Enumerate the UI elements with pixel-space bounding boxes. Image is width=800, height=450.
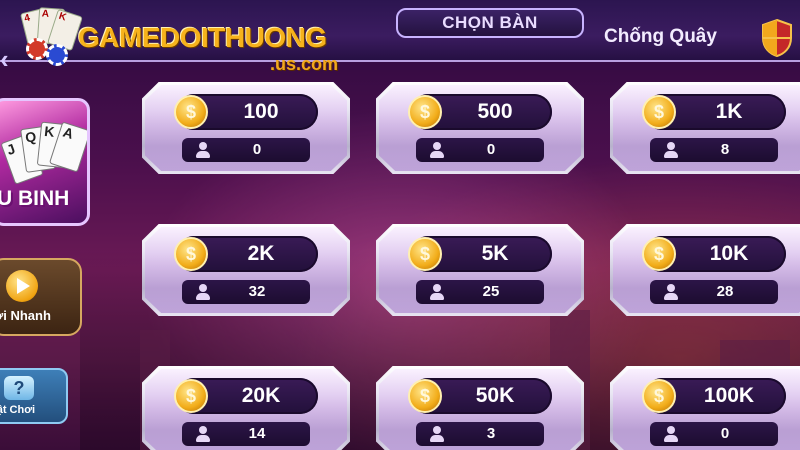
bet-value: 50K bbox=[475, 384, 515, 407]
player-count: 28 bbox=[716, 283, 734, 300]
player-count-badge: 25 bbox=[416, 280, 544, 304]
game-card-label: U BINH bbox=[0, 187, 70, 210]
bet-value: 5K bbox=[481, 242, 509, 265]
bet-amount: $ 500 bbox=[408, 94, 552, 130]
bet-amount: $ 2K bbox=[174, 236, 318, 272]
person-icon bbox=[196, 142, 210, 158]
table-card[interactable]: $ 100K 0 bbox=[610, 366, 800, 450]
person-icon bbox=[664, 142, 678, 158]
table-card[interactable]: $ 10K 28 bbox=[610, 224, 800, 316]
page-title: CHỌN BÀN bbox=[396, 8, 584, 38]
shield-icon[interactable] bbox=[760, 18, 794, 58]
table-card[interactable]: $ 1K 8 bbox=[610, 82, 800, 174]
logo-title: GAMEDOITHUONG bbox=[78, 22, 327, 53]
rules-label: uật Chơi bbox=[0, 404, 36, 416]
table-card[interactable]: $ 50K 3 bbox=[376, 366, 584, 450]
bet-value: 2K bbox=[247, 242, 275, 265]
person-icon bbox=[196, 426, 210, 442]
coin-icon: $ bbox=[408, 379, 442, 413]
bet-value: 1K bbox=[715, 100, 743, 123]
game-card-mau-binh[interactable]: J Q K A U BINH bbox=[0, 98, 90, 226]
coin-icon: $ bbox=[174, 95, 208, 129]
coin-icon: $ bbox=[408, 95, 442, 129]
player-count-badge: 28 bbox=[650, 280, 778, 304]
bet-value: 100K bbox=[703, 384, 755, 407]
coin-icon: $ bbox=[642, 379, 676, 413]
table-card[interactable]: $ 5K 25 bbox=[376, 224, 584, 316]
playing-cards-icon: J Q K A bbox=[0, 115, 87, 185]
person-icon bbox=[664, 284, 678, 300]
bet-amount: $ 20K bbox=[174, 378, 318, 414]
player-count: 0 bbox=[252, 141, 262, 158]
coin-icon: $ bbox=[174, 237, 208, 271]
cards-chips-icon: 4 A K bbox=[20, 7, 83, 70]
player-count-badge: 3 bbox=[416, 422, 544, 446]
rules-button[interactable]: ? uật Chơi bbox=[0, 368, 68, 424]
quick-play-button[interactable]: ơi Nhanh bbox=[0, 258, 82, 336]
player-count: 32 bbox=[248, 283, 266, 300]
coin-icon: $ bbox=[642, 237, 676, 271]
help-icon: ? bbox=[4, 376, 34, 400]
player-count-badge: 32 bbox=[182, 280, 310, 304]
player-count: 0 bbox=[720, 425, 730, 442]
chip-icon bbox=[46, 44, 68, 66]
bet-amount: $ 10K bbox=[642, 236, 786, 272]
player-count: 0 bbox=[486, 141, 496, 158]
table-card[interactable]: $ 2K 32 bbox=[142, 224, 350, 316]
bet-amount: $ 5K bbox=[408, 236, 552, 272]
quick-play-label: ơi Nhanh bbox=[0, 308, 51, 323]
player-count-badge: 14 bbox=[182, 422, 310, 446]
person-icon bbox=[430, 142, 444, 158]
player-count: 14 bbox=[248, 425, 266, 442]
bet-amount: $ 100K bbox=[642, 378, 786, 414]
person-icon bbox=[196, 284, 210, 300]
coin-icon: $ bbox=[408, 237, 442, 271]
player-count-badge: 0 bbox=[416, 138, 544, 162]
chevron-left-icon: ‹ bbox=[0, 44, 9, 74]
player-count: 25 bbox=[482, 283, 500, 300]
bet-amount: $ 50K bbox=[408, 378, 552, 414]
player-count-badge: 0 bbox=[650, 422, 778, 446]
bet-amount: $ 1K bbox=[642, 94, 786, 130]
coin-icon: $ bbox=[174, 379, 208, 413]
table-card[interactable]: $ 500 0 bbox=[376, 82, 584, 174]
player-count: 8 bbox=[720, 141, 730, 158]
bet-amount: $ 100 bbox=[174, 94, 318, 130]
coin-icon: $ bbox=[642, 95, 676, 129]
logo-subtitle: .us.com bbox=[270, 54, 339, 74]
chip-icon bbox=[26, 38, 48, 60]
anti-cheat-label: Chống Quây bbox=[604, 26, 717, 47]
bet-value: 20K bbox=[241, 384, 281, 407]
site-logo: 4 A K GAMEDOITHUONG .us.com bbox=[10, 4, 350, 74]
bet-value: 100 bbox=[243, 100, 279, 123]
play-icon bbox=[6, 270, 38, 302]
person-icon bbox=[430, 284, 444, 300]
bet-value: 10K bbox=[709, 242, 749, 265]
person-icon bbox=[664, 426, 678, 442]
table-card[interactable]: $ 20K 14 bbox=[142, 366, 350, 450]
player-count: 3 bbox=[486, 425, 496, 442]
person-icon bbox=[430, 426, 444, 442]
player-count-badge: 8 bbox=[650, 138, 778, 162]
player-count-badge: 0 bbox=[182, 138, 310, 162]
table-card[interactable]: $ 100 0 bbox=[142, 82, 350, 174]
bet-value: 500 bbox=[477, 100, 513, 123]
